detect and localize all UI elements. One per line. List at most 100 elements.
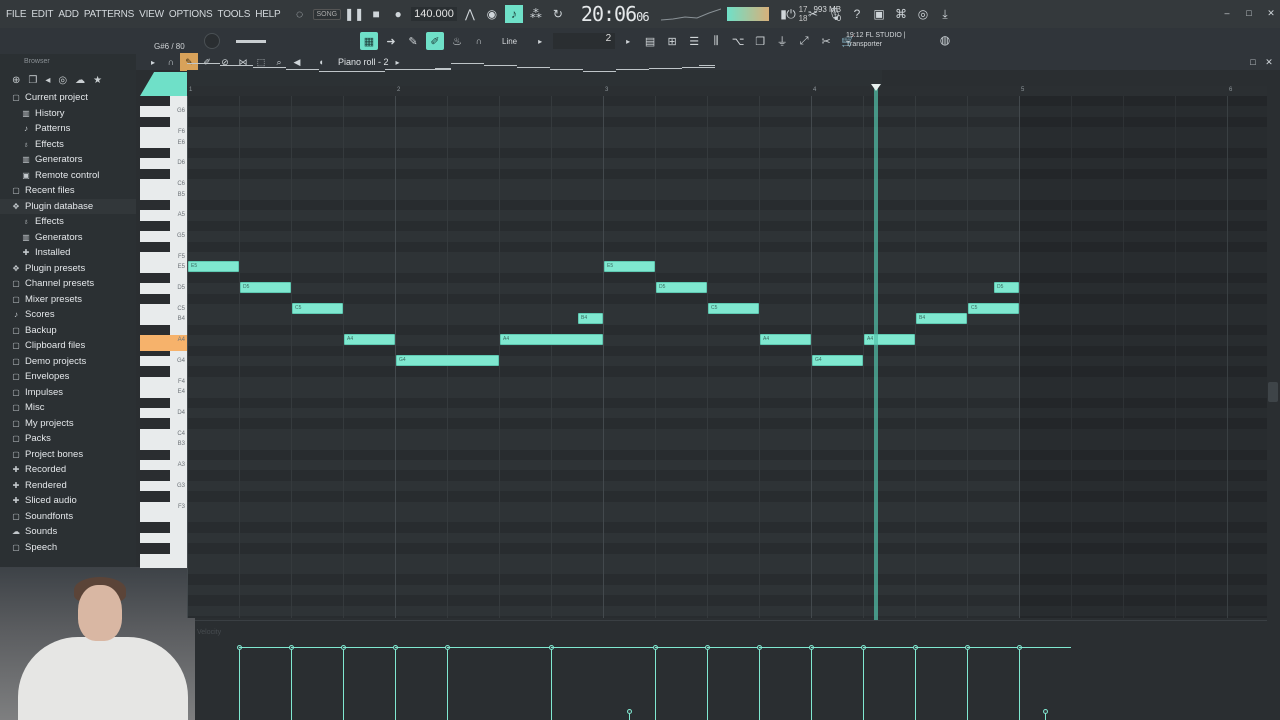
velocity-stem[interactable]: [447, 647, 448, 720]
menu-view[interactable]: VIEW: [139, 9, 164, 20]
browser-file-icon[interactable]: ❐: [28, 75, 37, 86]
velocity-stem[interactable]: [551, 647, 552, 720]
browser-item[interactable]: ▢ Misc: [0, 400, 136, 416]
minimize-icon[interactable]: –: [1218, 4, 1236, 22]
note[interactable]: G4: [812, 355, 863, 366]
piano-keyboard[interactable]: G6 F6 E6 D6 C6 B5 A5 G5 F5 E5 D5 C5 B4 A4 G4 F4 E4 D4 C4 B3…: [140, 96, 187, 568]
steps-icon[interactable]: ⊞: [663, 32, 681, 50]
tree-icon[interactable]: ⌥: [729, 32, 747, 50]
browser-item[interactable]: ▢ Clipboard files: [0, 338, 136, 354]
browser-item[interactable]: ▢ Impulses: [0, 385, 136, 401]
pr-select-icon[interactable]: ⬚: [252, 53, 270, 71]
velocity-stem[interactable]: [655, 647, 656, 720]
pr-speaker-icon[interactable]: ◖: [312, 53, 330, 71]
loop-record-icon[interactable]: ↻: [549, 5, 567, 23]
tape-icon[interactable]: ✂: [817, 32, 835, 50]
black-key[interactable]: [140, 220, 170, 232]
arrow-small-icon[interactable]: ▸: [531, 32, 549, 50]
note[interactable]: A4: [500, 334, 603, 346]
maximize-icon[interactable]: □: [1240, 4, 1258, 22]
menu-edit[interactable]: EDIT: [31, 9, 53, 20]
browser-item[interactable]: ▢ Mixer presets: [0, 292, 136, 308]
pr-paint-icon[interactable]: ✐: [198, 53, 216, 71]
menu-patterns[interactable]: PATTERNS: [84, 9, 134, 20]
save-icon[interactable]: ▣: [870, 5, 888, 23]
black-key[interactable]: [140, 491, 170, 502]
note-grid[interactable]: E5 D5 C5 A4 G4 A4 B4 E5 D5 C5 A4 G4 A4 B4 C5 D5: [187, 96, 1267, 618]
browser-item[interactable]: ✚ Installed: [0, 245, 136, 261]
mic-icon[interactable]: 🎙: [826, 5, 844, 23]
stamp-icon[interactable]: ♨: [448, 32, 466, 50]
browser-item[interactable]: ♁ Effects: [0, 214, 136, 230]
note-length-selector[interactable]: [140, 72, 187, 96]
velocity-stem[interactable]: [759, 647, 760, 720]
browser-item[interactable]: ▢ Soundfonts: [0, 509, 136, 525]
close-icon[interactable]: ✕: [1262, 4, 1280, 22]
velocity-stem[interactable]: [707, 647, 708, 720]
pr-delete-icon[interactable]: ⊘: [216, 53, 234, 71]
black-key[interactable]: [140, 324, 170, 336]
plug-icon[interactable]: ⏚: [773, 32, 791, 50]
black-key[interactable]: [140, 418, 170, 429]
piano-roll-icon[interactable]: ▦: [360, 32, 378, 50]
velocity-stem[interactable]: [239, 647, 240, 720]
song-mode-button[interactable]: SONG: [312, 8, 342, 20]
vertical-scroll-thumb[interactable]: [1268, 382, 1278, 402]
pick-icon[interactable]: ⤢: [795, 32, 813, 50]
chat-icon[interactable]: ◎: [914, 5, 932, 23]
note[interactable]: A4: [344, 334, 395, 346]
browser-item[interactable]: ▢ Current project: [0, 90, 136, 106]
browser-item[interactable]: ♪ Scores: [0, 307, 136, 323]
note[interactable]: C5: [968, 303, 1019, 314]
blend-notes-icon[interactable]: ⁂: [527, 5, 545, 23]
browser-item[interactable]: ♪ Patterns: [0, 121, 136, 137]
note[interactable]: B4: [916, 313, 967, 325]
snap-selector[interactable]: Line: [492, 37, 527, 46]
menu-options[interactable]: OPTIONS: [169, 9, 213, 20]
velocity-stem[interactable]: [395, 647, 396, 720]
black-key[interactable]: [140, 200, 170, 211]
note[interactable]: E5: [188, 261, 239, 273]
draw-icon[interactable]: ✐: [426, 32, 444, 50]
note[interactable]: D5: [994, 282, 1019, 294]
pr-mute-icon[interactable]: ⋈: [234, 53, 252, 71]
pencil-icon[interactable]: ✎: [404, 32, 422, 50]
black-key[interactable]: [140, 397, 170, 408]
browser-item[interactable]: ▥ History: [0, 106, 136, 122]
velocity-lane[interactable]: Velocity: [195, 620, 1267, 720]
wait-icon[interactable]: ◉: [483, 5, 501, 23]
menu-file[interactable]: FILE: [6, 9, 27, 20]
black-key[interactable]: [140, 366, 170, 377]
power-icon[interactable]: ⏻: [782, 5, 800, 23]
black-key[interactable]: [140, 293, 170, 304]
browser-cloud-icon[interactable]: ☁: [75, 75, 85, 86]
timeline-ruler[interactable]: 1 2 3 4 5 6: [187, 86, 1267, 96]
note[interactable]: E5: [604, 261, 655, 273]
browser-item[interactable]: ✥ Plugin database: [0, 198, 136, 214]
mixer-icon[interactable]: ⫼: [707, 32, 725, 50]
channel-rack-icon[interactable]: ☰: [685, 32, 703, 50]
note[interactable]: A4: [864, 334, 915, 346]
pattern-selector[interactable]: 2: [553, 33, 616, 49]
note[interactable]: B4: [578, 313, 603, 325]
browser-search-icon[interactable]: ◎: [58, 75, 67, 86]
note[interactable]: C5: [292, 303, 343, 314]
browser-add-icon[interactable]: ⊕: [12, 75, 20, 86]
playhead-marker[interactable]: [871, 84, 881, 91]
velocity-handle[interactable]: [1043, 709, 1048, 714]
browser-item[interactable]: ☁ Sounds: [0, 524, 136, 540]
pr-play-icon[interactable]: ◀: [288, 53, 306, 71]
velocity-stem[interactable]: [967, 647, 968, 720]
black-key[interactable]: [140, 449, 170, 460]
help-icon[interactable]: ?: [848, 5, 866, 23]
black-key[interactable]: [140, 168, 170, 180]
record-wheel-icon[interactable]: ◌: [291, 5, 309, 23]
note[interactable]: D5: [656, 282, 707, 294]
browser-item[interactable]: ▣ Remote control: [0, 168, 136, 184]
black-key[interactable]: [140, 470, 170, 481]
master-volume-slider[interactable]: [236, 40, 266, 43]
overview-strip[interactable]: [187, 63, 882, 86]
note[interactable]: G4: [396, 355, 499, 366]
browser-item[interactable]: ▢ Recent files: [0, 183, 136, 199]
note[interactable]: A4: [760, 334, 811, 346]
